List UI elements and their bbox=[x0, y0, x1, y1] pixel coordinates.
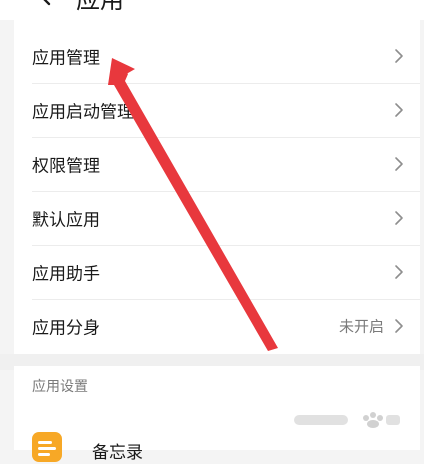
chevron-right-icon bbox=[395, 319, 403, 333]
menu-item-label: 应用分身 bbox=[32, 318, 100, 339]
chevron-right-icon bbox=[395, 49, 403, 63]
menu-item-default-apps[interactable]: 默认应用 bbox=[14, 191, 420, 245]
page-title: 应用 bbox=[76, 0, 124, 14]
app-settings-section: 应用设置 备忘录 bbox=[14, 366, 420, 463]
menu-item-app-assistant[interactable]: 应用助手 bbox=[14, 245, 420, 299]
app-menu-list: 应用管理 应用启动管理 权限管理 默认应用 应用助手 应用分身 未开启 bbox=[14, 20, 420, 354]
menu-item-label: 应用管理 bbox=[32, 48, 100, 69]
header-bar: 应用 bbox=[0, 0, 424, 20]
app-twin-status: 未开启 bbox=[338, 317, 384, 336]
menu-item-label: 权限管理 bbox=[32, 156, 100, 177]
menu-item-permission-management[interactable]: 权限管理 bbox=[14, 137, 420, 191]
chevron-right-icon bbox=[395, 265, 403, 279]
menu-item-app-management[interactable]: 应用管理 bbox=[14, 29, 420, 83]
chevron-right-icon bbox=[395, 211, 403, 225]
menu-item-app-launch-management[interactable]: 应用启动管理 bbox=[14, 83, 420, 137]
chevron-right-icon bbox=[395, 103, 403, 117]
menu-item-label: 默认应用 bbox=[32, 210, 100, 231]
memo-app-icon bbox=[32, 432, 62, 462]
section-title: 应用设置 bbox=[32, 379, 88, 395]
back-icon[interactable] bbox=[36, 0, 56, 6]
app-label: 备忘录 bbox=[92, 443, 143, 463]
app-row-memo[interactable]: 备忘录 bbox=[14, 424, 420, 464]
chevron-right-icon bbox=[395, 157, 403, 171]
menu-item-app-twin[interactable]: 应用分身 未开启 bbox=[14, 299, 420, 353]
menu-item-label: 应用启动管理 bbox=[32, 102, 134, 123]
menu-item-label: 应用助手 bbox=[32, 264, 100, 285]
